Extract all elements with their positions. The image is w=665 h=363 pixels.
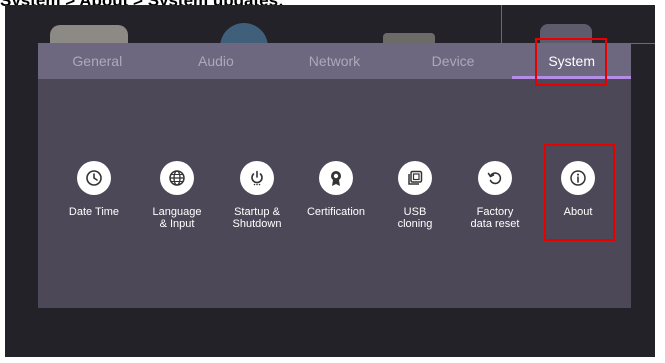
globe-icon bbox=[160, 161, 194, 195]
option-date-time[interactable]: Date Time bbox=[54, 161, 134, 218]
option-usb-cloning[interactable]: USB cloning bbox=[375, 161, 455, 230]
power-icon bbox=[240, 161, 274, 195]
clock-icon bbox=[77, 161, 111, 195]
option-factory-data-reset[interactable]: Factory data reset bbox=[455, 161, 535, 230]
option-label: Date Time bbox=[68, 206, 120, 218]
option-label: Certification bbox=[306, 206, 366, 218]
tab-label: Audio bbox=[197, 53, 234, 69]
option-label: Language & Input bbox=[152, 206, 202, 230]
background-app-tile bbox=[50, 25, 128, 45]
tab-network[interactable]: Network bbox=[275, 43, 394, 79]
tab-audio[interactable]: Audio bbox=[157, 43, 276, 79]
highlight-box-system-tab bbox=[535, 38, 607, 86]
highlight-box-about bbox=[544, 144, 615, 241]
tab-general[interactable]: General bbox=[38, 43, 157, 79]
tab-label: Network bbox=[308, 53, 361, 69]
award-ribbon-icon bbox=[319, 161, 353, 195]
tab-device[interactable]: Device bbox=[394, 43, 513, 79]
reset-icon bbox=[478, 161, 512, 195]
tab-label: Device bbox=[431, 53, 475, 69]
option-label: USB cloning bbox=[397, 206, 433, 230]
option-label: Startup & Shutdown bbox=[232, 206, 282, 230]
option-certification[interactable]: Certification bbox=[296, 161, 376, 218]
tab-label: General bbox=[72, 53, 123, 69]
option-label: Factory data reset bbox=[470, 206, 520, 230]
copy-icon bbox=[398, 161, 432, 195]
option-language-input[interactable]: Language & Input bbox=[137, 161, 217, 230]
system-options-grid: Date Time Language & Input Startup & Shu… bbox=[54, 161, 614, 251]
option-startup-shutdown[interactable]: Startup & Shutdown bbox=[217, 161, 297, 230]
